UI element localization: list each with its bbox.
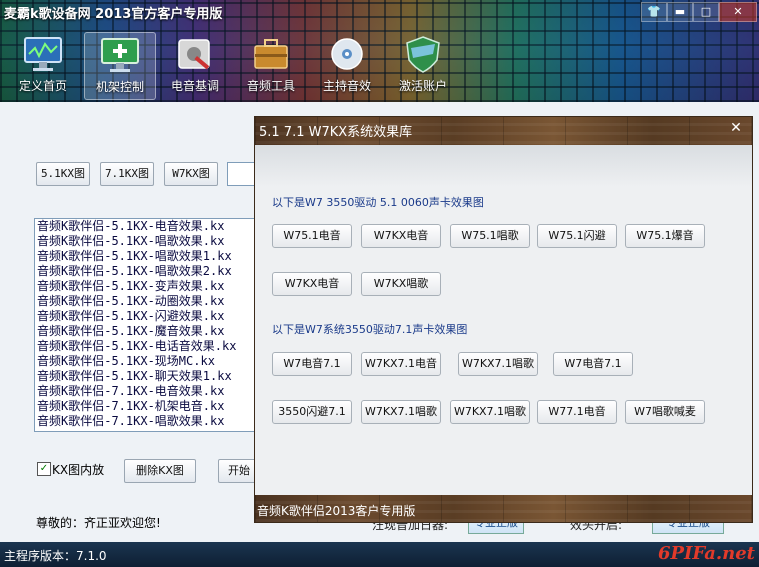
list-item[interactable]: 音频K歌伴侣-5.1KX-唱歌效果2.kx — [35, 264, 257, 279]
list-item[interactable]: 音频K歌伴侣-7.1KX-电音效果.kx — [35, 384, 257, 399]
list-item[interactable]: 音频K歌伴侣-5.1KX-魔音效果.kx — [35, 324, 257, 339]
nav-activate-account[interactable]: 激活账户 — [388, 32, 458, 98]
effect-button[interactable]: W7KX7.1唱歌 — [458, 352, 538, 376]
effect-button[interactable]: W7KX唱歌 — [361, 272, 441, 296]
section-heading-w7-71: 以下是W7系统3550驱动7.1声卡效果图 — [272, 323, 468, 336]
effect-button[interactable]: W7唱歌喊麦 — [625, 400, 705, 424]
effect-button[interactable]: W7KX7.1电音 — [361, 352, 441, 376]
list-item[interactable]: 音频K歌伴侣-5.1KX-电音效果.kx — [35, 219, 257, 234]
list-item[interactable]: 音频K歌伴侣-7.1KX-机架电音.kx — [35, 399, 257, 414]
list-item[interactable]: 音频K歌伴侣-5.1KX-唱歌效果1.kx — [35, 249, 257, 264]
tools-icon — [178, 39, 210, 70]
list-item[interactable]: 音频K歌伴侣-5.1KX-聊天效果1.kx — [35, 369, 257, 384]
list-item[interactable]: 音频K歌伴侣-5.1KX-动圈效果.kx — [35, 294, 257, 309]
list-item[interactable]: 音频K歌伴侣-7.1KX-唱歌效果.kx — [35, 414, 257, 429]
nav-label: 主持音效 — [322, 79, 371, 93]
nav-label: 激活账户 — [398, 79, 447, 93]
delete-kx-button[interactable]: 删除KX图 — [124, 459, 196, 483]
disc-icon — [331, 38, 363, 70]
top-banner: 麦霸k歌设备网 2013官方客户专用版 👕 ▬ □ ✕ 定义首页 机架控制 电音… — [0, 0, 759, 102]
skin-button[interactable]: 👕 — [641, 2, 667, 22]
list-item[interactable]: 音频K歌伴侣-5.1KX-闪避效果.kx — [35, 309, 257, 324]
effect-button[interactable]: W75.1唱歌 — [450, 224, 530, 248]
nav-label: 电音基调 — [170, 79, 219, 93]
dialog-title: 5.1 7.1 W7KX系统效果库 — [259, 125, 413, 140]
list-item[interactable]: 音频K歌伴侣-5.1KX-唱歌效果.kx — [35, 234, 257, 249]
effects-library-dialog: 5.1 7.1 W7KX系统效果库 ✕ 以下是W7 3550驱动 5.1 006… — [254, 116, 753, 523]
section-heading-w7-51: 以下是W7 3550驱动 5.1 0060声卡效果图 — [272, 196, 484, 209]
list-item[interactable]: 音频K歌伴侣-5.1KX-现场MC.kx — [35, 354, 257, 369]
nav-audio-tools[interactable]: 音频工具 — [236, 32, 306, 98]
dialog-close-button[interactable]: ✕ — [728, 120, 744, 136]
window-title: 麦霸k歌设备网 2013官方客户专用版 — [4, 7, 223, 22]
monitor-icon — [24, 37, 62, 71]
effect-button[interactable]: W7电音7.1 — [553, 352, 633, 376]
w7kx-image-button[interactable]: W7KX图 — [164, 162, 218, 186]
effect-button[interactable]: W7KX电音 — [361, 224, 441, 248]
nav-label: 定义首页 — [18, 79, 67, 93]
nav-rack-control[interactable]: 机架控制 — [84, 32, 156, 100]
welcome-text: 尊敬的：齐正亚欢迎您! — [36, 516, 161, 530]
list-item[interactable]: 音频K歌伴侣-5.1KX-电话音效果.kx — [35, 339, 257, 354]
effect-button[interactable]: W7KX7.1唱歌 — [361, 400, 441, 424]
monitor-plus-icon — [101, 38, 139, 72]
effect-button[interactable]: W77.1电音 — [537, 400, 617, 424]
nav-label: 机架控制 — [95, 80, 144, 94]
effect-button[interactable]: W75.1爆音 — [625, 224, 705, 248]
effect-button[interactable]: W7电音7.1 — [272, 352, 352, 376]
kx-embed-checkbox[interactable]: ✓ — [37, 462, 51, 476]
list-item[interactable]: 音频K歌伴侣-5.1KX-变声效果.kx — [35, 279, 257, 294]
kx71-image-button[interactable]: 7.1KX图 — [100, 162, 154, 186]
close-button[interactable]: ✕ — [719, 2, 757, 22]
effect-button[interactable]: 3550闪避7.1 — [272, 400, 352, 424]
shield-icon — [406, 36, 440, 73]
nav-host-effects[interactable]: 主持音效 — [312, 32, 382, 98]
maximize-button[interactable]: □ — [693, 2, 719, 22]
dialog-footer-text: 音频K歌伴侣2013客户专用版 — [257, 504, 416, 518]
nav-label: 音频工具 — [246, 79, 295, 93]
kx51-image-button[interactable]: 5.1KX图 — [36, 162, 90, 186]
toolbox-icon — [254, 39, 288, 69]
effect-button[interactable]: W75.1闪避 — [537, 224, 617, 248]
effect-button[interactable]: W7KX7.1唱歌 — [450, 400, 530, 424]
status-bar: 主程序版本：7.1.0 6PIFa.net — [0, 542, 759, 567]
kx-file-list[interactable]: 音频K歌伴侣-5.1KX-电音效果.kx 音频K歌伴侣-5.1KX-唱歌效果.k… — [34, 218, 258, 432]
dialog-content: 以下是W7 3550驱动 5.1 0060声卡效果图 W75.1电音 W7KX电… — [255, 145, 752, 495]
minimize-button[interactable]: ▬ — [667, 2, 693, 22]
nav-home[interactable]: 定义首页 — [8, 32, 78, 98]
effect-button[interactable]: W75.1电音 — [272, 224, 352, 248]
version-text: 主程序版本：7.1.0 — [4, 549, 107, 563]
nav-electronic-tone[interactable]: 电音基调 — [160, 32, 230, 98]
kx-embed-label: KX图内放 — [52, 463, 105, 477]
effect-button[interactable]: W7KX电音 — [272, 272, 352, 296]
brand-watermark: 6PIFa.net — [657, 543, 755, 564]
